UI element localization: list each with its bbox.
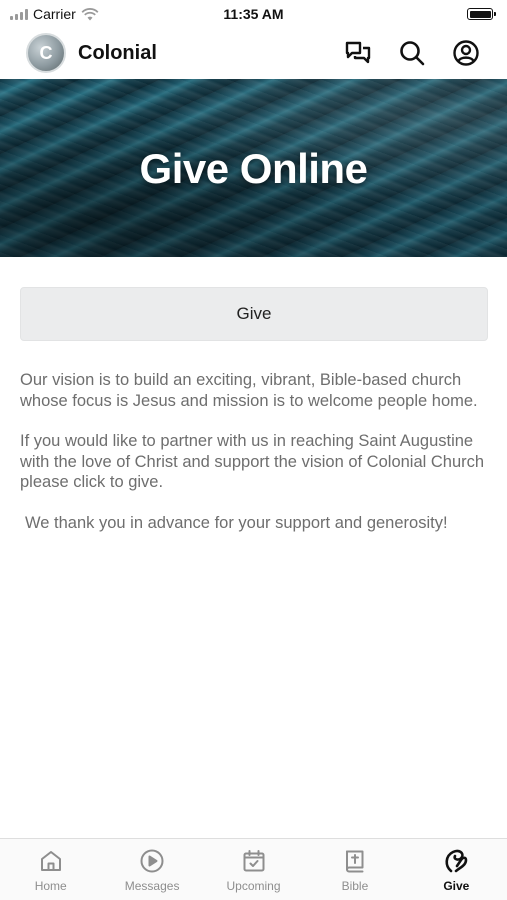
give-button[interactable]: Give: [20, 287, 488, 341]
calendar-icon: [240, 847, 268, 875]
tab-give[interactable]: Give: [406, 839, 507, 900]
play-icon: [138, 847, 166, 875]
search-button[interactable]: [395, 36, 429, 70]
signal-icon: [10, 8, 28, 20]
hero-banner: Give Online: [0, 79, 507, 257]
tab-bible-label: Bible: [341, 879, 369, 893]
wifi-icon: [81, 7, 99, 20]
status-bar: Carrier 11:35 AM: [0, 0, 507, 28]
tab-bar: Home Messages Upcoming Bible Give: [0, 838, 507, 900]
battery-icon: [467, 8, 496, 20]
tab-upcoming[interactable]: Upcoming: [203, 839, 304, 900]
tab-upcoming-label: Upcoming: [226, 879, 281, 893]
chat-button[interactable]: [341, 36, 375, 70]
search-icon: [400, 41, 425, 66]
thanks-paragraph: We thank you in advance for your support…: [25, 513, 448, 532]
body-text: Our vision is to build an exciting, vibr…: [20, 370, 488, 533]
profile-icon: [453, 40, 479, 66]
app-header: C Colonial: [0, 28, 507, 78]
partner-paragraph: If you would like to partner with us in …: [20, 432, 485, 491]
tab-home-label: Home: [34, 879, 67, 893]
chat-icon: [345, 41, 371, 64]
screen: Carrier 11:35 AM C Colonial Give Online …: [0, 0, 507, 900]
status-left: Carrier: [10, 6, 99, 22]
church-logo[interactable]: C: [26, 33, 66, 73]
tab-messages[interactable]: Messages: [101, 839, 202, 900]
app-title: Colonial: [78, 41, 157, 64]
header-actions: [341, 36, 483, 70]
tab-give-label: Give: [443, 879, 470, 893]
bible-icon: [341, 847, 369, 875]
tab-messages-label: Messages: [124, 879, 180, 893]
hero-title: Give Online: [139, 145, 368, 192]
tab-home[interactable]: Home: [0, 839, 101, 900]
vision-paragraph: Our vision is to build an exciting, vibr…: [20, 371, 478, 410]
home-icon: [37, 847, 65, 875]
content: Give Our vision is to build an exciting,…: [20, 287, 488, 553]
carrier-label: Carrier: [33, 6, 76, 22]
give-icon: [442, 847, 470, 875]
profile-button[interactable]: [449, 36, 483, 70]
logo-letter: C: [39, 42, 53, 63]
tab-bible[interactable]: Bible: [304, 839, 405, 900]
